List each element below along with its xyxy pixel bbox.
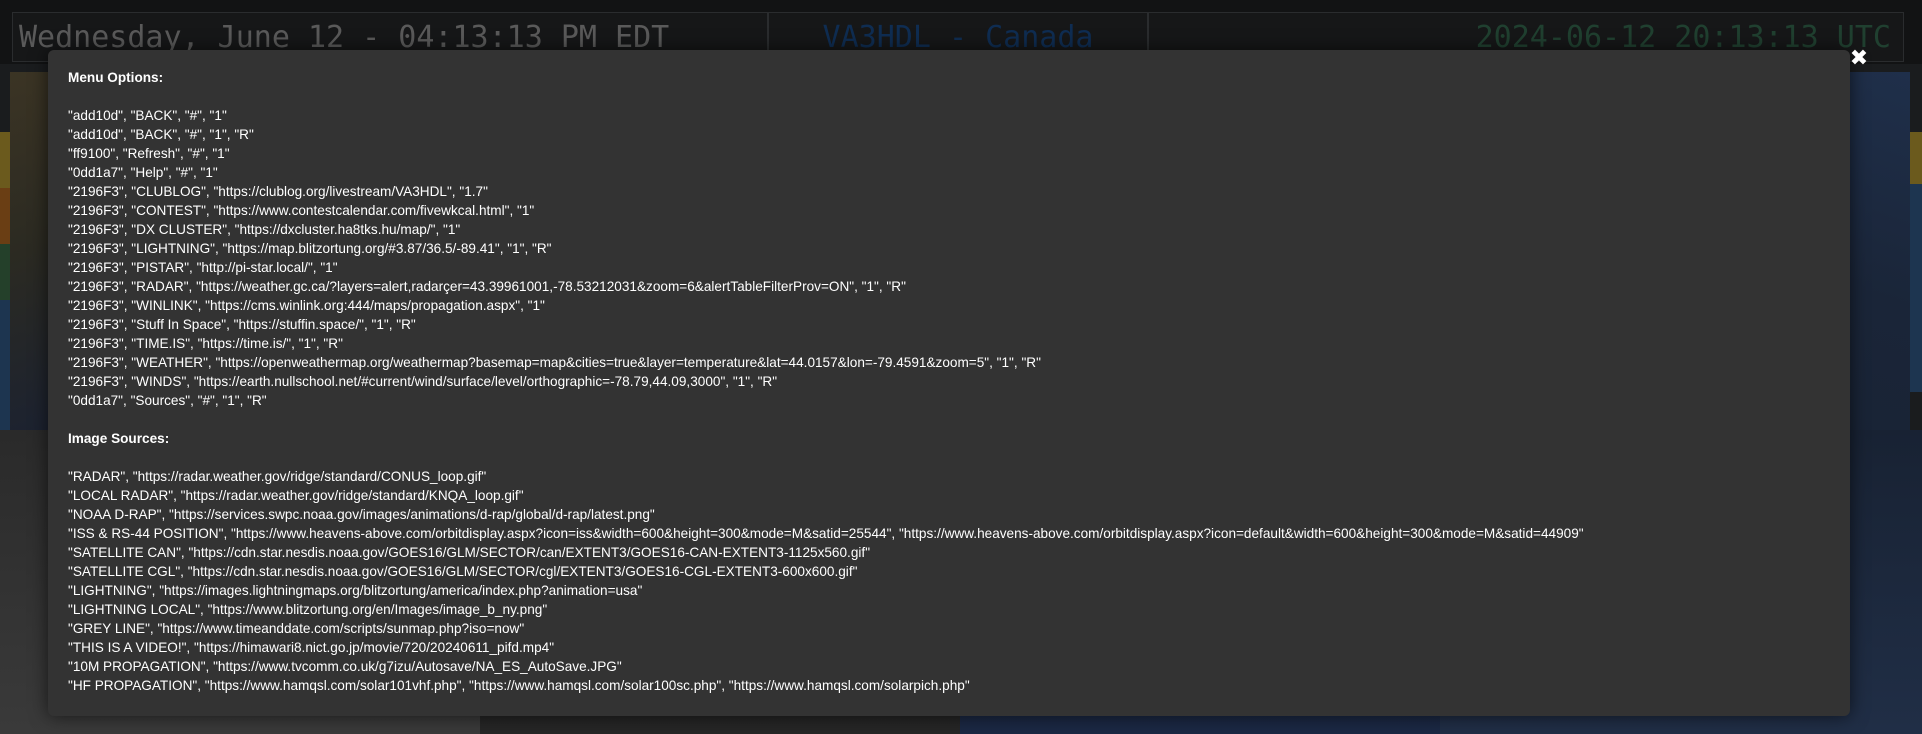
image-sources-heading: Image Sources: <box>68 431 170 446</box>
menu-option-line: "2196F3", "RADAR", "https://weather.gc.c… <box>68 279 906 294</box>
modal-content: Menu Options: "add10d", "BACK", "#", "1"… <box>68 68 1830 706</box>
image-source-line: "LIGHTNING LOCAL", "https://www.blitzort… <box>68 602 548 617</box>
help-modal: Menu Options: "add10d", "BACK", "#", "1"… <box>48 50 1850 716</box>
image-source-line: "LIGHTNING", "https://images.lightningma… <box>68 583 643 598</box>
menu-option-line: "add10d", "BACK", "#", "1" <box>68 108 227 123</box>
image-source-line: "HF PROPAGATION", "https://www.hamqsl.co… <box>68 678 970 693</box>
menu-option-line: "2196F3", "CLUBLOG", "https://clublog.or… <box>68 184 488 199</box>
image-sources-list: "RADAR", "https://radar.weather.gov/ridg… <box>68 467 1830 695</box>
menu-option-line: "2196F3", "DX CLUSTER", "https://dxclust… <box>68 222 461 237</box>
image-source-line: "ISS & RS-44 POSITION", "https://www.hea… <box>68 526 1584 541</box>
menu-option-line: "2196F3", "PISTAR", "http://pi-star.loca… <box>68 260 338 275</box>
menu-option-line: "0dd1a7", "Sources", "#", "1", "R" <box>68 393 267 408</box>
image-source-line: "10M PROPAGATION", "https://www.tvcomm.c… <box>68 659 622 674</box>
image-source-line: "THIS IS A VIDEO!", "https://himawari8.n… <box>68 640 555 655</box>
image-source-line: "SATELLITE CGL", "https://cdn.star.nesdi… <box>68 564 858 579</box>
close-icon[interactable]: ✖ <box>1848 48 1870 70</box>
menu-option-line: "2196F3", "WINLINK", "https://cms.winlin… <box>68 298 545 313</box>
image-source-line: "RADAR", "https://radar.weather.gov/ridg… <box>68 469 487 484</box>
menu-option-line: "2196F3", "WINDS", "https://earth.nullsc… <box>68 374 778 389</box>
menu-option-line: "add10d", "BACK", "#", "1", "R" <box>68 127 254 142</box>
image-source-line: "GREY LINE", "https://www.timeanddate.co… <box>68 621 525 636</box>
menu-option-line: "2196F3", "TIME.IS", "https://time.is/",… <box>68 336 343 351</box>
menu-options-heading: Menu Options: <box>68 70 164 85</box>
image-source-line: "LOCAL RADAR", "https://radar.weather.go… <box>68 488 524 503</box>
menu-options-list: "add10d", "BACK", "#", "1" "add10d", "BAC… <box>68 106 1830 410</box>
menu-option-line: "2196F3", "LIGHTNING", "https://map.blit… <box>68 241 552 256</box>
menu-option-line: "2196F3", "CONTEST", "https://www.contes… <box>68 203 535 218</box>
side-menu-strip-right[interactable] <box>1910 132 1922 392</box>
image-source-line: "SATELLITE CAN", "https://cdn.star.nesdi… <box>68 545 871 560</box>
menu-option-line: "2196F3", "WEATHER", "https://openweathe… <box>68 355 1041 370</box>
menu-option-line: "0dd1a7", "Help", "#", "1" <box>68 165 218 180</box>
menu-option-line: "2196F3", "Stuff In Space", "https://stu… <box>68 317 416 332</box>
menu-option-line: "ff9100", "Refresh", "#", "1" <box>68 146 230 161</box>
image-source-line: "NOAA D-RAP", "https://services.swpc.noa… <box>68 507 655 522</box>
